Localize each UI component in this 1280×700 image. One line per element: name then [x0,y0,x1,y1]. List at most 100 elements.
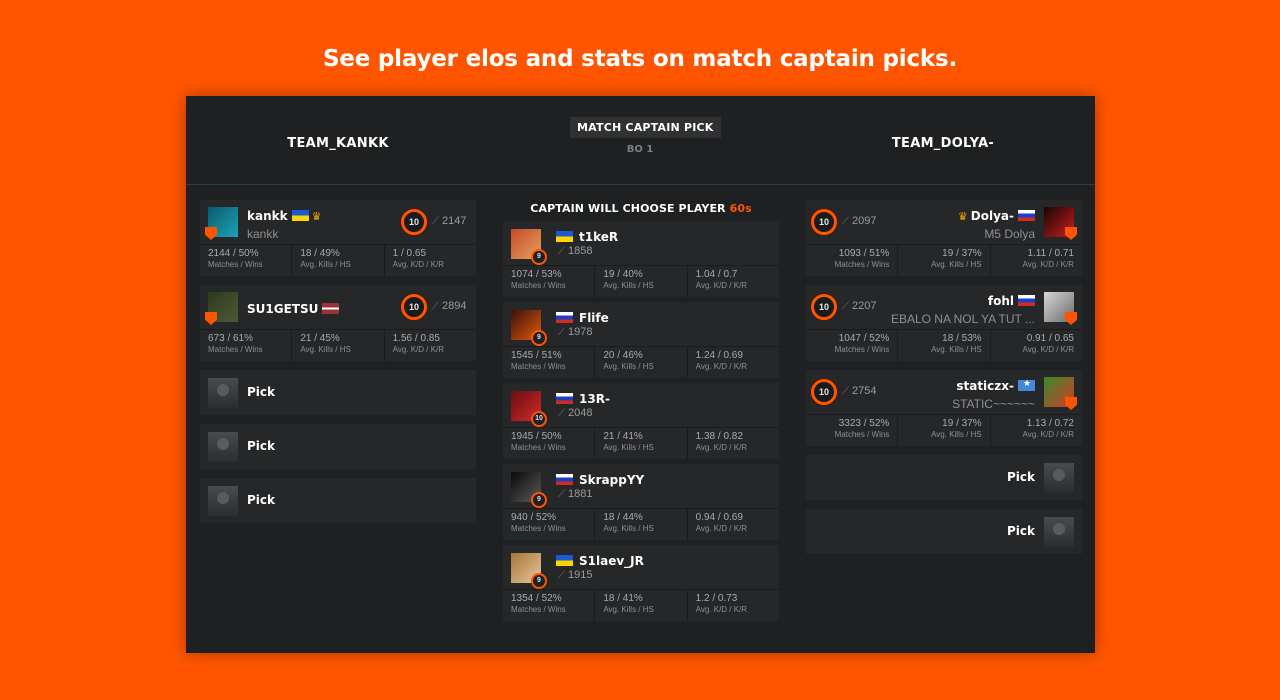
match-captain-pick-badge: MATCH CAPTAIN PICK [570,117,721,138]
avg-kills-label: Avg. Kills / HS [603,362,654,371]
player-elo: ⟋ 1858 [558,245,593,257]
player-name[interactable]: staticzx- [956,379,1035,393]
avg-kills-label: Avg. Kills / HS [603,605,654,614]
player-card[interactable]: fohl EBALO NA NOL YA TUT ... 10 ⟋ 2207 10… [806,285,1082,361]
placeholder-avatar-icon [208,432,238,462]
avg-kills-label: Avg. Kills / HS [603,524,654,533]
flag-ua-icon [291,210,309,221]
flag-ru-icon [1018,210,1035,221]
matches-wins-label: Matches / Wins [834,430,890,439]
player-avatar [1044,377,1077,410]
avg-kd-label: Avg. K/D / K/R [695,281,748,290]
trend-icon: ⟋ [842,216,849,227]
player-name[interactable]: fohl [988,294,1035,308]
avg-kd-value: 1.13 / 0.72 [1026,418,1074,429]
pool-player-card[interactable]: 9 Flife ⟋ 1978 1545 / 51% Matches / Wins 2… [503,302,779,378]
skill-level-icon: 10 [811,379,837,405]
player-card[interactable]: SU1GETSU 10 ⟋ 2894 673 / 61% Matches / Win… [200,285,476,361]
skill-level-icon: 10 [811,209,837,235]
avg-kills-value: 19 / 37% [942,418,982,429]
avg-kills-label: Avg. Kills / HS [300,345,351,354]
match-format: BO 1 [626,144,654,155]
player-name[interactable]: SkrappYY [556,473,644,487]
player-name[interactable]: kankk ♛ [247,209,321,223]
avg-kills-value: 18 / 44% [603,512,643,523]
matches-wins-value: 1047 / 52% [838,333,890,344]
captain-choose-banner: CAPTAIN WILL CHOOSE PLAYER 60s [503,202,779,218]
player-avatar: 9 [511,310,547,346]
shield-icon [1065,227,1077,240]
player-stats: 2144 / 50% Matches / Wins 18 / 49% Avg. Ki… [200,244,476,276]
pool-player-card[interactable]: 9 SkrappYY ⟋ 1881 940 / 52% Matches / Wins… [503,464,779,540]
player-stats: 1545 / 51% Matches / Wins 20 / 46% Avg. Ki… [503,346,779,378]
avg-kd-label: Avg. K/D / K/R [392,260,445,269]
flag-ru-icon [556,312,573,323]
placeholder-avatar-icon [208,378,238,408]
avg-kills-value: 21 / 41% [603,431,643,442]
matches-wins-value: 1354 / 52% [511,593,562,604]
trend-icon: ⟋ [432,216,439,227]
player-avatar [1044,292,1077,325]
matches-wins-value: 3323 / 52% [838,418,890,429]
pick-label: Pick [247,493,276,507]
avg-kills-value: 18 / 49% [300,248,340,259]
player-pool: CAPTAIN WILL CHOOSE PLAYER 60s 9 t1keR ⟋… [503,202,779,626]
player-stats: 1047 / 52% Matches / Wins 18 / 53% Avg. Ki… [806,329,1082,361]
flag-ua-icon [556,231,573,242]
avg-kd-value: 0.94 / 0.69 [695,512,743,523]
player-elo: ⟋ 1915 [558,569,593,581]
trend-icon: ⟋ [842,301,849,312]
shield-icon [205,312,217,325]
player-stats: 3323 / 52% Matches / Wins 19 / 37% Avg. Ki… [806,414,1082,446]
pick-label: Pick [1006,524,1035,538]
skill-level-icon: 10 [401,209,427,235]
trend-icon: ⟋ [432,301,439,312]
player-avatar: 9 [511,472,547,508]
shield-icon [1065,312,1077,325]
flag-so-icon [1018,379,1035,391]
player-card[interactable]: ♛ Dolya- M5 Dolya 10 ⟋ 2097 1093 / 51% Matc… [806,200,1082,276]
player-name[interactable]: Flife [556,311,609,325]
shield-icon [1065,397,1077,410]
player-name[interactable]: 13R- [556,392,610,406]
pool-player-card[interactable]: 9 t1keR ⟋ 1858 1074 / 53% Matches / Wins 1… [503,221,779,297]
player-name[interactable]: t1keR [556,230,618,244]
shield-icon [205,227,217,240]
flag-ru-icon [556,474,573,485]
matches-wins-value: 673 / 61% [208,333,254,344]
flag-ru-icon [1018,295,1035,306]
crown-icon: ♛ [311,210,322,223]
player-nickname: M5 Dolya [984,227,1035,241]
avg-kd-value: 0.91 / 0.65 [1026,333,1074,344]
choose-text: CAPTAIN WILL CHOOSE PLAYER [530,202,730,215]
player-card[interactable]: staticzx- STATIC~~~~~~ 10 ⟋2754 3323 / 5… [806,370,1082,446]
trend-icon: ⟋ [558,408,565,419]
team-left-roster: kankk ♛ kankk 10 ⟋ 2147 2144 / 50% Matches … [200,200,476,532]
player-stats: 1093 / 51% Matches / Wins 19 / 37% Avg. Ki… [806,244,1082,276]
matches-wins-value: 1945 / 50% [511,431,562,442]
avg-kd-value: 1.04 / 0.7 [695,269,738,280]
placeholder-avatar-icon [1044,463,1074,493]
player-elo: ⟋ 2147 [432,215,467,227]
player-elo: ⟋ 2754 [842,385,877,397]
avg-kd-label: Avg. K/D / K/R [1022,430,1074,439]
matches-wins-label: Matches / Wins [208,260,263,269]
player-name[interactable]: S1laev_JR [556,554,644,568]
placeholder-avatar-icon [1044,517,1074,547]
pool-player-card[interactable]: 9 S1laev_JR ⟋ 1915 1354 / 52% Matches / Wi… [503,545,779,621]
pool-player-card[interactable]: 10 13R- ⟋ 2048 1945 / 50% Matches / Wins 2… [503,383,779,459]
player-name[interactable]: ♛ Dolya- [958,209,1035,223]
player-avatar [205,207,238,240]
player-elo: ⟋ 2894 [432,300,467,312]
avg-kd-value: 1 / 0.65 [392,248,427,259]
crown-icon: ♛ [957,210,968,223]
pick-timer: 60s [729,202,752,215]
avg-kd-value: 1.38 / 0.82 [695,431,743,442]
avg-kills-value: 19 / 37% [942,248,982,259]
player-elo: ⟋ 2048 [558,407,593,419]
skill-level-icon: 9 [531,330,547,346]
avg-kd-value: 1.24 / 0.69 [695,350,743,361]
player-name[interactable]: SU1GETSU [247,302,340,316]
player-stats: 1354 / 52% Matches / Wins 18 / 41% Avg. Ki… [503,589,779,621]
player-card[interactable]: kankk ♛ kankk 10 ⟋ 2147 2144 / 50% Matches … [200,200,476,276]
